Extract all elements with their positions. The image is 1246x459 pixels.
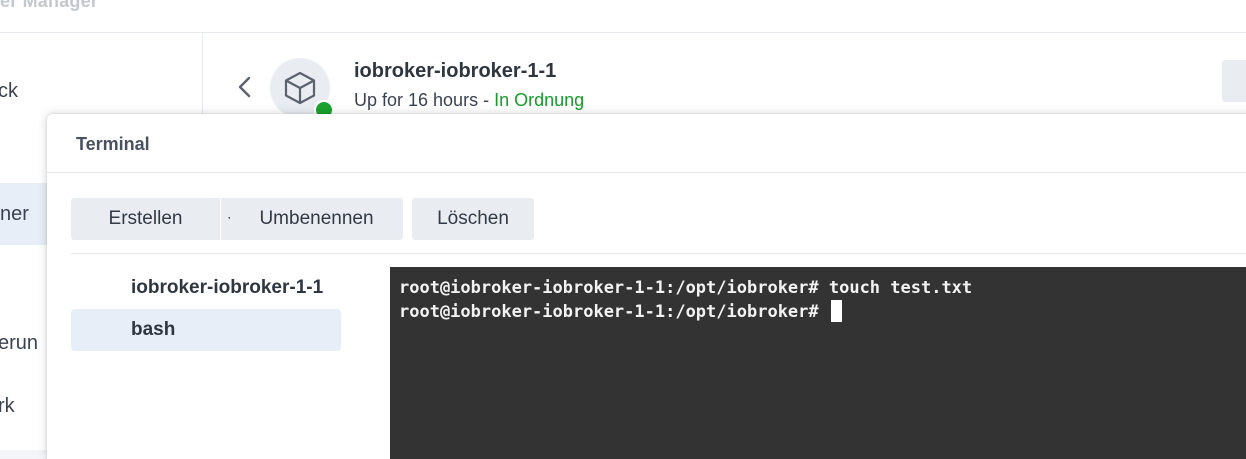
dialog-title: Terminal — [76, 134, 150, 154]
sidebar-item-stack[interactable]: ck — [0, 60, 18, 122]
health-status: In Ordnung — [494, 90, 585, 110]
terminal-dialog: Terminal Erstellen Umbenennen Löschen io… — [47, 114, 1246, 459]
terminal-prompt: root@iobroker-iobroker-1-1:/opt/iobroker… — [399, 302, 829, 322]
tree-item-label: iobroker-iobroker-1-1 — [131, 277, 324, 298]
tree-item-label: bash — [131, 319, 176, 340]
uptime-text: Up for 16 hours - — [354, 90, 495, 110]
sidebar-item-network[interactable]: rk — [0, 375, 15, 437]
sidebar-item-label: rk — [0, 395, 15, 417]
delete-button[interactable]: Löschen — [412, 198, 534, 240]
terminal-cursor — [830, 300, 842, 322]
back-chevron-icon[interactable] — [234, 72, 256, 102]
sidebar-item-registry[interactable]: erun — [0, 312, 38, 374]
app-title: er Manager — [0, 0, 99, 11]
sidebar-item-label: erun — [0, 332, 39, 354]
tree-item-container[interactable]: iobroker-iobroker-1-1 — [71, 267, 341, 309]
create-button[interactable]: Erstellen — [71, 198, 220, 240]
divider — [47, 172, 1246, 173]
sidebar-item-label: ck — [0, 80, 18, 102]
rename-button[interactable]: Umbenennen — [230, 198, 403, 240]
tree-item-bash[interactable]: bash — [71, 309, 341, 351]
action-button[interactable] — [1222, 60, 1246, 102]
container-status: Up for 16 hours - In Ordnung — [354, 90, 584, 111]
app-topbar — [0, 0, 1246, 33]
terminal-line: root@iobroker-iobroker-1-1:/opt/iobroker… — [399, 278, 973, 298]
sidebar-item-label: ner — [0, 203, 29, 225]
container-name: iobroker-iobroker-1-1 — [354, 60, 557, 82]
divider — [71, 253, 1246, 254]
terminal-line: root@iobroker-iobroker-1-1:/opt/iobroker… — [399, 300, 842, 324]
terminal-output[interactable]: root@iobroker-iobroker-1-1:/opt/iobroker… — [390, 267, 1246, 459]
